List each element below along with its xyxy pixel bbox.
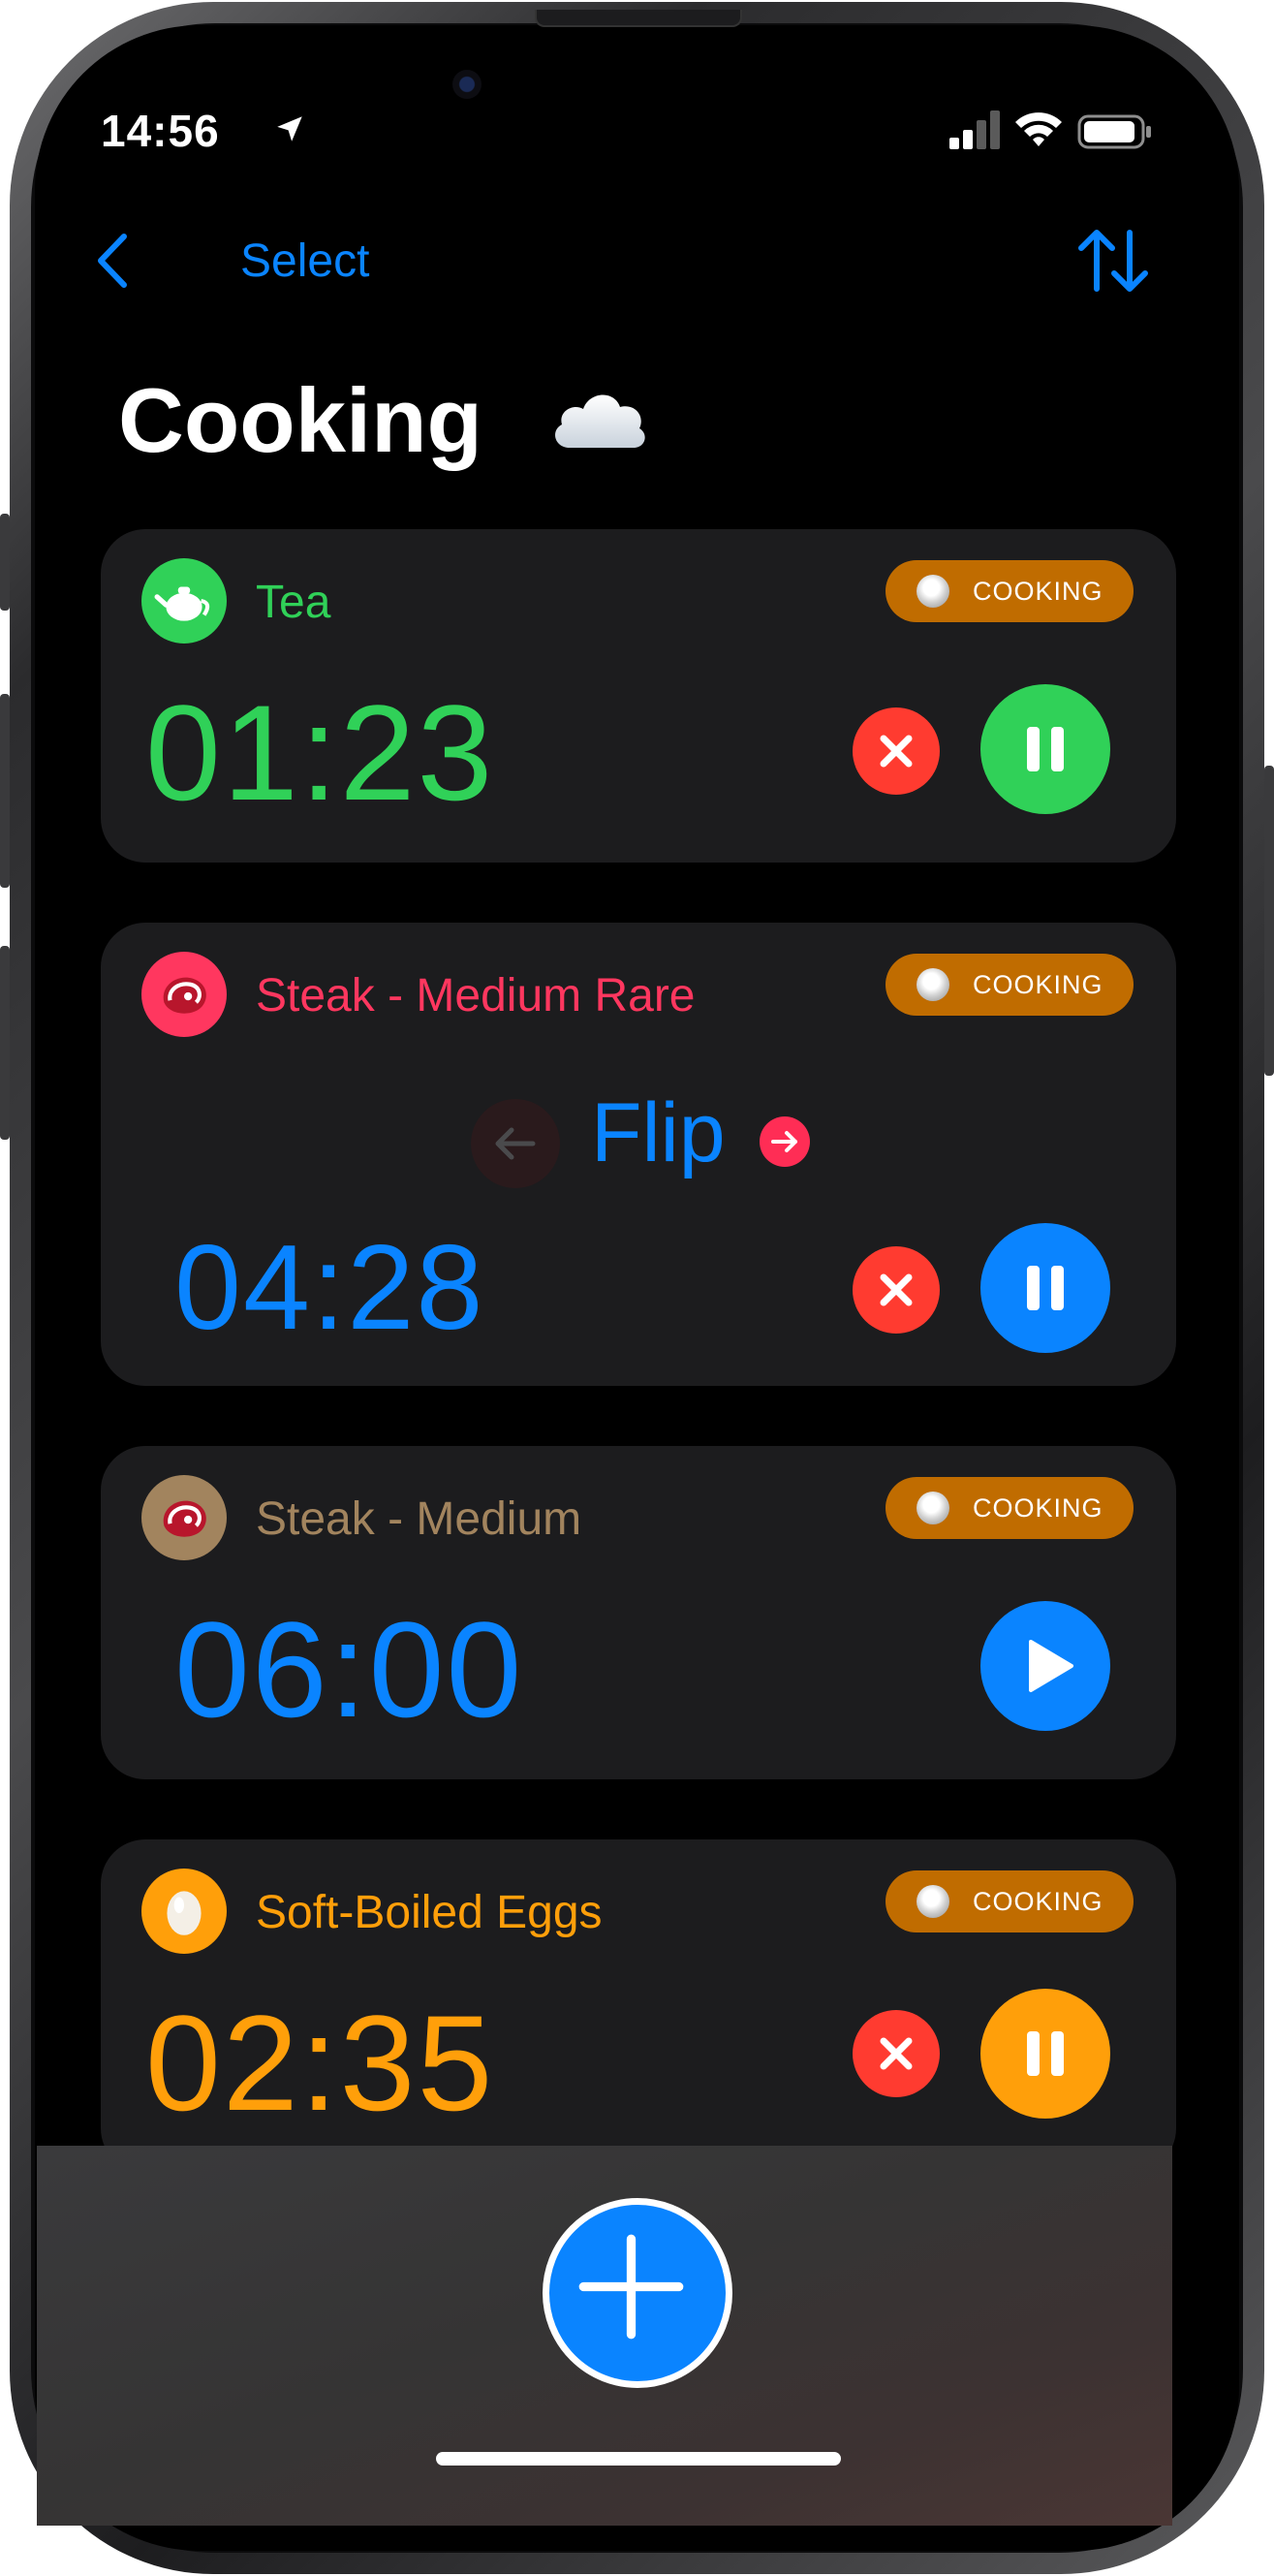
status-badge: COOKING [886, 1870, 1134, 1932]
timer-card-steak-medium-rare[interactable]: Steak - Medium Rare COOKING Flip 04:28 [101, 923, 1176, 1386]
cloud-icon [555, 394, 645, 448]
plus-icon [578, 2234, 684, 2340]
sort-arrows-icon[interactable] [1073, 227, 1153, 295]
select-button[interactable]: Select [240, 235, 369, 288]
bowl-icon [917, 575, 949, 608]
battery-icon [1077, 114, 1151, 149]
status-badge: COOKING [886, 560, 1134, 622]
pause-button[interactable] [980, 684, 1110, 814]
arrow-left-icon [495, 1127, 536, 1160]
speaker-grille [535, 10, 742, 27]
status-badge: COOKING [886, 954, 1134, 1016]
wifi-icon [1015, 112, 1062, 146]
status-badge-label: COOKING [973, 1492, 1103, 1523]
volume-down-button [0, 946, 10, 1140]
timer-card-soft-boiled-eggs[interactable]: Soft-Boiled Eggs COOKING 02:35 [101, 1839, 1176, 2173]
bowl-icon [917, 1885, 949, 1918]
next-step-button[interactable] [760, 1116, 810, 1167]
steak-icon [141, 1475, 227, 1560]
timer-name: Steak - Medium [256, 1493, 582, 1545]
play-icon [1029, 1640, 1073, 1692]
step-label: Flip [591, 1086, 726, 1179]
pause-button[interactable] [980, 1223, 1110, 1353]
play-button[interactable] [980, 1601, 1110, 1731]
close-icon [880, 1273, 913, 1306]
pause-icon [1027, 2031, 1064, 2076]
timer-card-steak-medium[interactable]: Steak - Medium COOKING 06:00 [101, 1446, 1176, 1779]
volume-up-button [0, 694, 10, 888]
timer-name: Steak - Medium Rare [256, 970, 696, 1021]
cancel-button[interactable] [853, 2010, 940, 2097]
status-time: 14:56 [101, 106, 220, 156]
status-badge-label: COOKING [973, 576, 1103, 606]
timer-value: 01:23 [145, 676, 495, 829]
timer-value: 02:35 [145, 1987, 495, 2139]
close-icon [880, 735, 913, 768]
teapot-icon [141, 558, 227, 644]
cancel-button[interactable] [853, 707, 940, 795]
egg-icon [141, 1869, 227, 1954]
steak-icon [141, 952, 227, 1037]
pause-button[interactable] [980, 1989, 1110, 2119]
timer-card-tea[interactable]: Tea COOKING 01:23 [101, 529, 1176, 863]
status-badge-label: COOKING [973, 969, 1103, 999]
status-badge: COOKING [886, 1477, 1134, 1539]
timer-name: Soft-Boiled Eggs [256, 1887, 603, 1938]
pause-icon [1027, 727, 1064, 771]
pause-icon [1027, 1266, 1064, 1310]
back-chevron-icon[interactable] [93, 231, 132, 291]
timer-value: 04:28 [174, 1221, 485, 1355]
timer-value: 06:00 [174, 1593, 524, 1745]
location-arrow-icon [277, 116, 302, 141]
side-button [1264, 766, 1274, 1076]
previous-step-button[interactable] [471, 1099, 560, 1188]
arrow-right-icon [771, 1131, 797, 1152]
home-indicator[interactable] [436, 2452, 841, 2466]
status-badge-label: COOKING [973, 1886, 1103, 1916]
bowl-icon [917, 968, 949, 1001]
page-title: Cooking [118, 369, 482, 471]
close-icon [880, 2037, 913, 2070]
cancel-button[interactable] [853, 1246, 940, 1334]
add-timer-button[interactable] [543, 2198, 732, 2388]
silent-switch [0, 514, 10, 611]
cellular-signal-icon [949, 110, 1000, 149]
timer-name: Tea [256, 577, 331, 628]
front-camera [452, 70, 482, 99]
bowl-icon [917, 1492, 949, 1524]
